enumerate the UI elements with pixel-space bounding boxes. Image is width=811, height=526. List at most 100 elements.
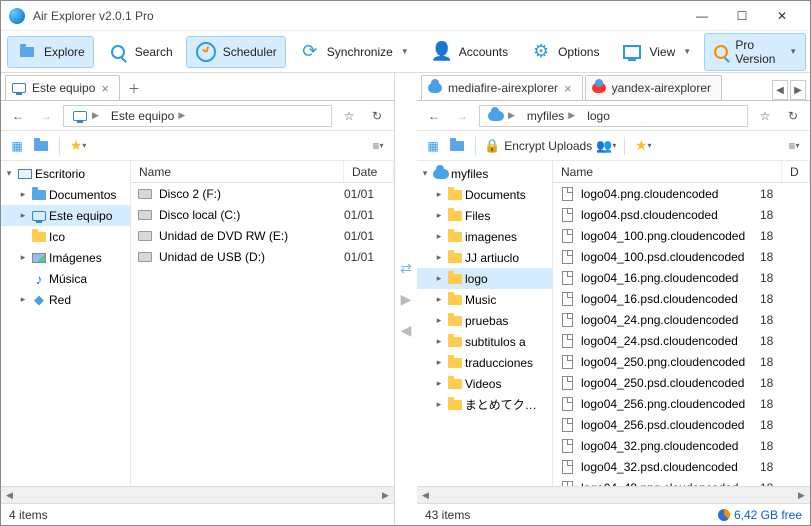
scheduler-button[interactable]: Scheduler: [186, 36, 286, 68]
list-row[interactable]: logo04_256.psd.cloudencoded 18: [553, 414, 810, 435]
favorite-button[interactable]: ☆: [754, 105, 776, 127]
breadcrumb-item[interactable]: myfiles ▶: [523, 109, 579, 123]
col-name[interactable]: Name: [553, 161, 782, 182]
list-row[interactable]: logo04_100.png.cloudencoded 18: [553, 225, 810, 246]
breadcrumb-item[interactable]: Este equipo ▶: [107, 109, 189, 123]
chevron-right-icon[interactable]: ▸: [17, 210, 29, 221]
tab-este-equipo[interactable]: Este equipo ×: [5, 75, 120, 100]
chevron-right-icon[interactable]: ▸: [433, 336, 445, 347]
tree-item[interactable]: ▸ pruebas: [417, 310, 552, 331]
col-name[interactable]: Name: [131, 161, 344, 182]
scroll-left-icon[interactable]: ◀: [417, 487, 434, 504]
breadcrumb-host[interactable]: ▶ myfiles ▶ logo: [479, 105, 748, 127]
encrypt-uploads-toggle[interactable]: 🔒 Encrypt Uploads: [484, 138, 592, 154]
chevron-right-icon[interactable]: ▸: [17, 294, 29, 305]
explore-button[interactable]: Explore: [7, 36, 94, 68]
list-row[interactable]: Disco 2 (F:) 01/01: [131, 183, 394, 204]
tree-item[interactable]: ▸ Music: [417, 289, 552, 310]
favorite-button[interactable]: ☆: [338, 105, 360, 127]
back-button[interactable]: ←: [7, 105, 29, 127]
view-mode-button[interactable]: ≡▾: [368, 136, 388, 156]
list-row[interactable]: logo04_24.png.cloudencoded 18: [553, 309, 810, 330]
tree-item[interactable]: ▸ ◆ Red: [1, 289, 130, 310]
list-row[interactable]: Disco local (C:) 01/01: [131, 204, 394, 225]
left-tree[interactable]: ▾ Escritorio ▸ Documentos ▸ Este equipo …: [1, 161, 131, 486]
chevron-down-icon[interactable]: ▾: [419, 168, 431, 179]
new-folder-icon[interactable]: [447, 136, 467, 156]
select-all-icon[interactable]: ▦: [7, 136, 27, 156]
tab-scroll-left[interactable]: ◀: [772, 80, 788, 100]
tab-scroll-right[interactable]: ▶: [790, 80, 806, 100]
tree-item[interactable]: ▾ myfiles: [417, 163, 552, 184]
breadcrumb-host[interactable]: ▶ Este equipo ▶: [63, 105, 332, 127]
tree-item[interactable]: ▸ Files: [417, 205, 552, 226]
tree-item[interactable]: ▾ Escritorio: [1, 163, 130, 184]
tree-item[interactable]: ▸ Documentos: [1, 184, 130, 205]
chevron-right-icon[interactable]: ▸: [433, 315, 445, 326]
add-tab-button[interactable]: ＋: [122, 76, 146, 100]
breadcrumb-root[interactable]: ▶: [484, 108, 519, 124]
search-button[interactable]: Search: [98, 36, 182, 68]
back-button[interactable]: ←: [423, 105, 445, 127]
tree-item[interactable]: ▸ traducciones: [417, 352, 552, 373]
maximize-button[interactable]: ☐: [722, 1, 762, 31]
tree-item[interactable]: ▸ subtitulos a: [417, 331, 552, 352]
list-row[interactable]: logo04_24.psd.cloudencoded 18: [553, 330, 810, 351]
left-h-scrollbar[interactable]: ◀ ▶: [1, 486, 394, 503]
new-folder-icon[interactable]: [31, 136, 51, 156]
close-button[interactable]: ✕: [762, 1, 802, 31]
tab-close-icon[interactable]: ×: [564, 81, 572, 96]
chevron-right-icon[interactable]: ▸: [433, 210, 445, 221]
chevron-right-icon[interactable]: ▸: [433, 231, 445, 242]
tree-item[interactable]: ▸ logo: [417, 268, 552, 289]
right-h-scrollbar[interactable]: ◀ ▶: [417, 486, 810, 503]
list-row[interactable]: logo04_256.png.cloudencoded 18: [553, 393, 810, 414]
chevron-right-icon[interactable]: ▸: [433, 378, 445, 389]
forward-button[interactable]: →: [451, 105, 473, 127]
scroll-left-icon[interactable]: ◀: [1, 487, 18, 504]
transfer-right-button[interactable]: ▶: [401, 291, 412, 308]
tree-item[interactable]: ♪ Música: [1, 268, 130, 289]
tree-item[interactable]: Ico: [1, 226, 130, 247]
accounts-button[interactable]: 👤 Accounts: [422, 36, 517, 68]
list-row[interactable]: logo04.psd.cloudencoded 18: [553, 204, 810, 225]
chevron-right-icon[interactable]: ▸: [433, 273, 445, 284]
minimize-button[interactable]: —: [682, 1, 722, 31]
refresh-button[interactable]: ↻: [366, 105, 388, 127]
tree-item[interactable]: ▸ Videos: [417, 373, 552, 394]
share-icon[interactable]: 👥▾: [596, 136, 616, 156]
right-tree[interactable]: ▾ myfiles ▸ Documents ▸ Files ▸ imagenes…: [417, 161, 553, 486]
col-date[interactable]: Date: [344, 161, 394, 182]
tab-mediafire[interactable]: mediafire-airexplorer ×: [421, 75, 583, 100]
left-file-list[interactable]: Disco 2 (F:) 01/01 Disco local (C:) 01/0…: [131, 183, 394, 486]
transfer-left-button[interactable]: ◀: [401, 322, 412, 339]
breadcrumb-item[interactable]: logo: [583, 109, 614, 123]
chevron-right-icon[interactable]: ▸: [433, 189, 445, 200]
list-row[interactable]: logo04.png.cloudencoded 18: [553, 183, 810, 204]
list-row[interactable]: Unidad de DVD RW (E:) 01/01: [131, 225, 394, 246]
favorites-dropdown[interactable]: ★▾: [633, 136, 653, 156]
tab-yandex[interactable]: yandex-airexplorer: [585, 75, 722, 100]
right-file-list[interactable]: logo04.png.cloudencoded 18 logo04.psd.cl…: [553, 183, 810, 486]
list-row[interactable]: logo04_16.png.cloudencoded 18: [553, 267, 810, 288]
view-mode-button[interactable]: ≡▾: [784, 136, 804, 156]
tree-item[interactable]: ▸ Este equipo: [1, 205, 130, 226]
select-all-icon[interactable]: ▦: [423, 136, 443, 156]
link-panes-icon[interactable]: ⇄: [400, 260, 412, 277]
chevron-right-icon[interactable]: ▸: [17, 252, 29, 263]
chevron-down-icon[interactable]: ▾: [3, 168, 15, 179]
pro-version-button[interactable]: Pro Version ▼: [704, 33, 806, 71]
view-button[interactable]: View ▼: [612, 36, 700, 68]
chevron-right-icon[interactable]: ▸: [17, 189, 29, 200]
forward-button[interactable]: →: [35, 105, 57, 127]
list-row[interactable]: logo04_250.psd.cloudencoded 18: [553, 372, 810, 393]
tree-item[interactable]: ▸ まとめてクラウ: [417, 394, 552, 415]
chevron-right-icon[interactable]: ▸: [433, 357, 445, 368]
scroll-right-icon[interactable]: ▶: [377, 487, 394, 504]
list-row[interactable]: logo04_48.png.cloudencoded 18: [553, 477, 810, 486]
list-row[interactable]: logo04_16.psd.cloudencoded 18: [553, 288, 810, 309]
col-date[interactable]: D: [782, 161, 810, 182]
synchronize-button[interactable]: ⟳ Synchronize ▼: [290, 36, 418, 68]
favorites-dropdown[interactable]: ★▾: [68, 136, 88, 156]
refresh-button[interactable]: ↻: [782, 105, 804, 127]
